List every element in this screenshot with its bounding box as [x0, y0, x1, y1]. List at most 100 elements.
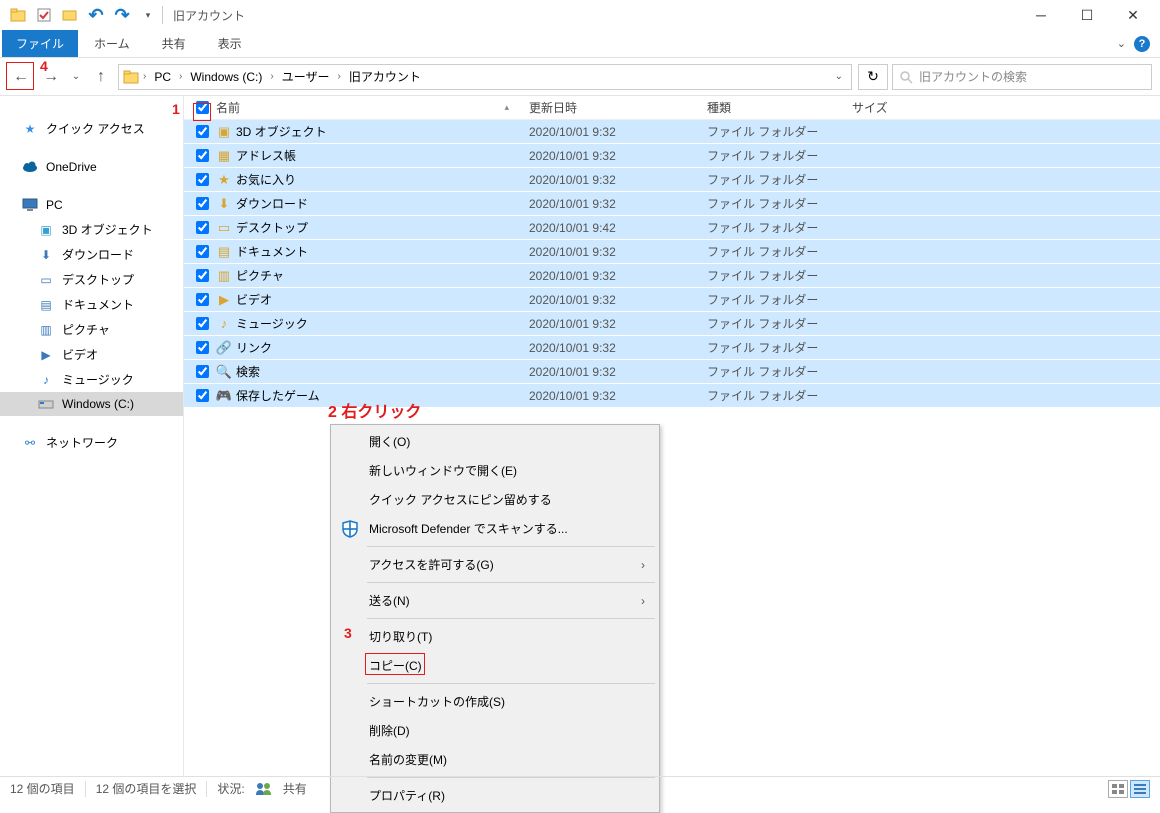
crumb-current[interactable]: 旧アカウント — [345, 65, 425, 88]
row-date: 2020/10/01 9:32 — [529, 245, 707, 259]
row-date: 2020/10/01 9:32 — [529, 293, 707, 307]
view-thumbnails-button[interactable] — [1108, 780, 1128, 798]
tree-videos[interactable]: ▶ビデオ — [0, 342, 183, 367]
file-row[interactable]: ▤ドキュメント2020/10/01 9:32ファイル フォルダー — [184, 240, 1160, 264]
ctx-new-window[interactable]: 新しいウィンドウで開く(E) — [333, 456, 657, 485]
ctx-copy[interactable]: コピー(C) — [333, 651, 657, 680]
tree-desktop[interactable]: ▭デスクトップ — [0, 267, 183, 292]
tree-network[interactable]: ⚯ ネットワーク — [0, 430, 183, 455]
expand-ribbon-icon[interactable]: ⌄ — [1117, 37, 1126, 50]
tree-documents[interactable]: ▤ドキュメント — [0, 292, 183, 317]
file-row[interactable]: ▶ビデオ2020/10/01 9:32ファイル フォルダー — [184, 288, 1160, 312]
row-name: お気に入り — [234, 171, 529, 188]
ctx-cut[interactable]: 切り取り(T) — [333, 622, 657, 651]
tree-pc[interactable]: PC — [0, 193, 183, 217]
tab-share[interactable]: 共有 — [146, 30, 202, 57]
ctx-rename[interactable]: 名前の変更(M) — [333, 745, 657, 774]
folder-icon: ⬇ — [214, 196, 234, 212]
checkbox-icon[interactable] — [34, 5, 54, 25]
folder-small-icon[interactable] — [60, 5, 80, 25]
tree-drive-c[interactable]: Windows (C:) — [0, 392, 183, 416]
file-row[interactable]: 🔗リンク2020/10/01 9:32ファイル フォルダー — [184, 336, 1160, 360]
col-name[interactable]: 名前▴ — [214, 99, 529, 116]
picture-icon: ▥ — [38, 322, 54, 338]
tree-quick-access[interactable]: ★ クイック アクセス — [0, 116, 183, 141]
minimize-button[interactable]: ─ — [1018, 0, 1064, 30]
close-button[interactable]: ✕ — [1110, 0, 1156, 30]
file-row[interactable]: ▭デスクトップ2020/10/01 9:42ファイル フォルダー — [184, 216, 1160, 240]
row-name: 保存したゲーム — [234, 387, 529, 404]
redo-icon[interactable]: ↷ — [112, 5, 132, 25]
address-dropdown-icon[interactable]: ⌄ — [835, 71, 843, 82]
col-date[interactable]: 更新日時 — [529, 99, 707, 116]
help-icon[interactable]: ? — [1134, 36, 1150, 52]
row-checkbox[interactable] — [196, 365, 209, 378]
history-dropdown[interactable]: ⌄ — [68, 64, 84, 90]
ctx-delete[interactable]: 削除(D) — [333, 716, 657, 745]
row-type: ファイル フォルダー — [707, 123, 852, 140]
crumb-drive[interactable]: Windows (C:) — [186, 67, 266, 87]
row-checkbox[interactable] — [196, 197, 209, 210]
row-checkbox[interactable] — [196, 245, 209, 258]
file-row[interactable]: ▣3D オブジェクト2020/10/01 9:32ファイル フォルダー — [184, 120, 1160, 144]
tree-music[interactable]: ♪ミュージック — [0, 367, 183, 392]
ctx-defender-scan[interactable]: Microsoft Defender でスキャンする... — [333, 514, 657, 543]
row-checkbox[interactable] — [196, 389, 209, 402]
row-type: ファイル フォルダー — [707, 219, 852, 236]
chevron-right-icon[interactable]: › — [268, 71, 275, 82]
qat-dropdown-icon[interactable]: ▾ — [138, 5, 158, 25]
col-type[interactable]: 種類 — [707, 99, 852, 116]
ctx-open[interactable]: 開く(O) — [333, 427, 657, 456]
ctx-pin-quick-access[interactable]: クイック アクセスにピン留めする — [333, 485, 657, 514]
chevron-right-icon[interactable]: › — [177, 71, 184, 82]
row-checkbox[interactable] — [196, 125, 209, 138]
shield-icon — [341, 520, 359, 538]
back-button[interactable]: ← — [8, 64, 34, 90]
file-row[interactable]: ⬇ダウンロード2020/10/01 9:32ファイル フォルダー — [184, 192, 1160, 216]
file-row[interactable]: ▦アドレス帳2020/10/01 9:32ファイル フォルダー — [184, 144, 1160, 168]
file-row[interactable]: 🎮保存したゲーム2020/10/01 9:32ファイル フォルダー — [184, 384, 1160, 408]
col-size[interactable]: サイズ — [852, 99, 952, 116]
chevron-right-icon[interactable]: › — [335, 71, 342, 82]
refresh-button[interactable]: ↻ — [858, 64, 888, 90]
row-checkbox[interactable] — [196, 149, 209, 162]
crumb-pc[interactable]: PC — [150, 67, 175, 87]
undo-icon[interactable]: ↶ — [86, 5, 106, 25]
tree-3d[interactable]: ▣3D オブジェクト — [0, 217, 183, 242]
ctx-create-shortcut[interactable]: ショートカットの作成(S) — [333, 687, 657, 716]
row-checkbox[interactable] — [196, 221, 209, 234]
row-checkbox[interactable] — [196, 269, 209, 282]
row-name: ピクチャ — [234, 267, 529, 284]
navbar: ← → ⌄ ↑ › PC › Windows (C:) › ユーザー › 旧アカ… — [0, 58, 1160, 96]
folder-icon: ▦ — [214, 148, 234, 164]
file-row[interactable]: ★お気に入り2020/10/01 9:32ファイル フォルダー — [184, 168, 1160, 192]
row-date: 2020/10/01 9:32 — [529, 197, 707, 211]
row-checkbox[interactable] — [196, 317, 209, 330]
up-button[interactable]: ↑ — [88, 64, 114, 90]
file-row[interactable]: 🔍検索2020/10/01 9:32ファイル フォルダー — [184, 360, 1160, 384]
row-checkbox[interactable] — [196, 173, 209, 186]
folder-icon: 🔍 — [214, 364, 234, 380]
folder-icon — [123, 69, 139, 85]
tab-home[interactable]: ホーム — [78, 30, 146, 57]
tree-downloads[interactable]: ⬇ダウンロード — [0, 242, 183, 267]
crumb-users[interactable]: ユーザー — [278, 65, 334, 88]
tree-onedrive[interactable]: OneDrive — [0, 155, 183, 179]
maximize-button[interactable]: ☐ — [1064, 0, 1110, 30]
row-checkbox[interactable] — [196, 341, 209, 354]
tab-view[interactable]: 表示 — [202, 30, 258, 57]
folder-icon: ★ — [214, 172, 234, 188]
chevron-right-icon[interactable]: › — [141, 71, 148, 82]
ctx-send-to[interactable]: 送る(N)› — [333, 586, 657, 615]
tree-pictures[interactable]: ▥ピクチャ — [0, 317, 183, 342]
file-row[interactable]: ♪ミュージック2020/10/01 9:32ファイル フォルダー — [184, 312, 1160, 336]
row-checkbox[interactable] — [196, 293, 209, 306]
row-name: アドレス帳 — [234, 147, 529, 164]
search-input[interactable]: 旧アカウントの検索 — [892, 64, 1152, 90]
ctx-grant-access[interactable]: アクセスを許可する(G)› — [333, 550, 657, 579]
view-details-button[interactable] — [1130, 780, 1150, 798]
file-row[interactable]: ▥ピクチャ2020/10/01 9:32ファイル フォルダー — [184, 264, 1160, 288]
address-bar[interactable]: › PC › Windows (C:) › ユーザー › 旧アカウント ⌄ — [118, 64, 852, 90]
forward-button[interactable]: → — [38, 64, 64, 90]
file-tab[interactable]: ファイル — [2, 30, 78, 57]
